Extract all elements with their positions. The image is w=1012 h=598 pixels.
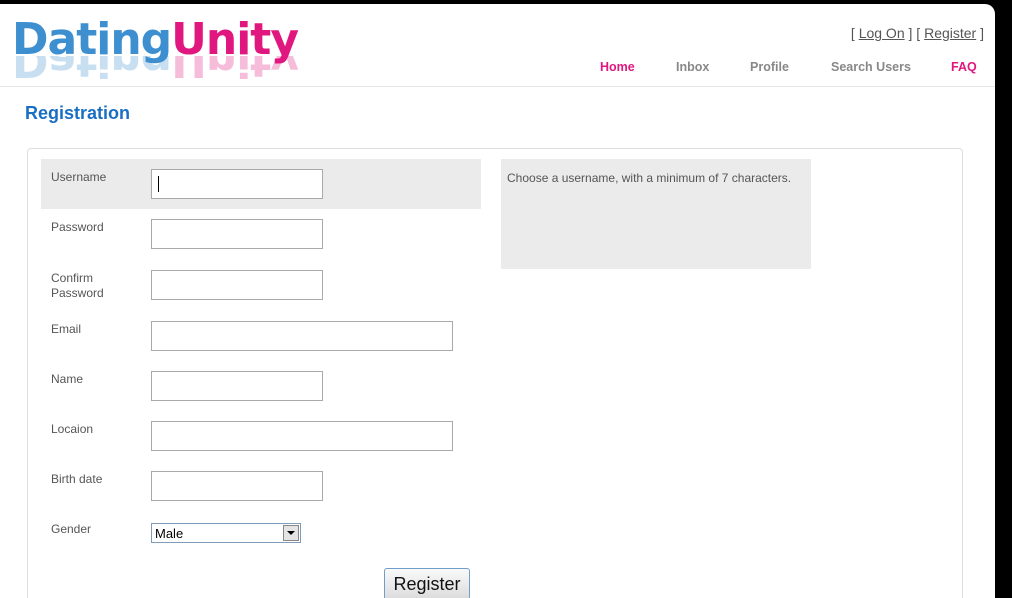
- site-header: DatingUnity DatingUnity [ Log On ] [ Reg…: [0, 4, 995, 87]
- menu-inbox[interactable]: Inbox: [676, 60, 709, 74]
- menu-profile[interactable]: Profile: [750, 60, 789, 74]
- page-title: Registration: [25, 103, 131, 123]
- email-row: Email: [41, 311, 481, 361]
- menu-faq[interactable]: FAQ: [951, 60, 977, 74]
- location-row: Locaion: [41, 411, 481, 461]
- gender-select[interactable]: Male: [151, 523, 301, 543]
- birth-date-input[interactable]: [151, 471, 323, 501]
- name-label: Name: [51, 372, 84, 386]
- gender-label: Gender: [51, 522, 92, 536]
- birth-date-row: Birth date: [41, 461, 481, 511]
- text-caret: [158, 176, 159, 192]
- location-input[interactable]: [151, 421, 453, 451]
- register-link[interactable]: Register: [924, 25, 976, 41]
- menu-search-users[interactable]: Search Users: [831, 60, 911, 74]
- auth-links: [ Log On ] [ Register ]: [850, 25, 984, 41]
- logo-reflection: DatingUnity: [12, 56, 299, 84]
- confirm-password-row: Confirm Password: [41, 260, 481, 310]
- email-label: Email: [51, 322, 82, 336]
- gender-value: Male: [155, 526, 184, 541]
- username-input[interactable]: [151, 169, 323, 199]
- birth-date-label: Birth date: [51, 472, 103, 486]
- menu-home[interactable]: Home: [600, 60, 635, 74]
- password-input[interactable]: [151, 219, 323, 249]
- registration-form: Username Password Confirm Password Email…: [27, 148, 963, 598]
- username-row: Username: [41, 159, 481, 209]
- register-button[interactable]: Register: [384, 568, 470, 598]
- password-row: Password: [41, 209, 481, 259]
- confirm-password-input[interactable]: [151, 270, 323, 300]
- password-label: Password: [51, 220, 104, 234]
- username-label: Username: [51, 170, 107, 184]
- page: DatingUnity DatingUnity [ Log On ] [ Reg…: [0, 4, 995, 598]
- name-input[interactable]: [151, 371, 323, 401]
- chevron-down-icon[interactable]: [283, 525, 299, 541]
- field-hint: Choose a username, with a minimum of 7 c…: [501, 159, 811, 269]
- log-on-link[interactable]: Log On: [859, 25, 905, 41]
- location-label: Locaion: [51, 422, 94, 436]
- gender-row: Gender Male: [41, 511, 481, 561]
- name-row: Name: [41, 361, 481, 411]
- confirm-password-label: Confirm Password: [51, 271, 104, 300]
- site-logo[interactable]: DatingUnity DatingUnity: [12, 14, 299, 84]
- email-input[interactable]: [151, 321, 453, 351]
